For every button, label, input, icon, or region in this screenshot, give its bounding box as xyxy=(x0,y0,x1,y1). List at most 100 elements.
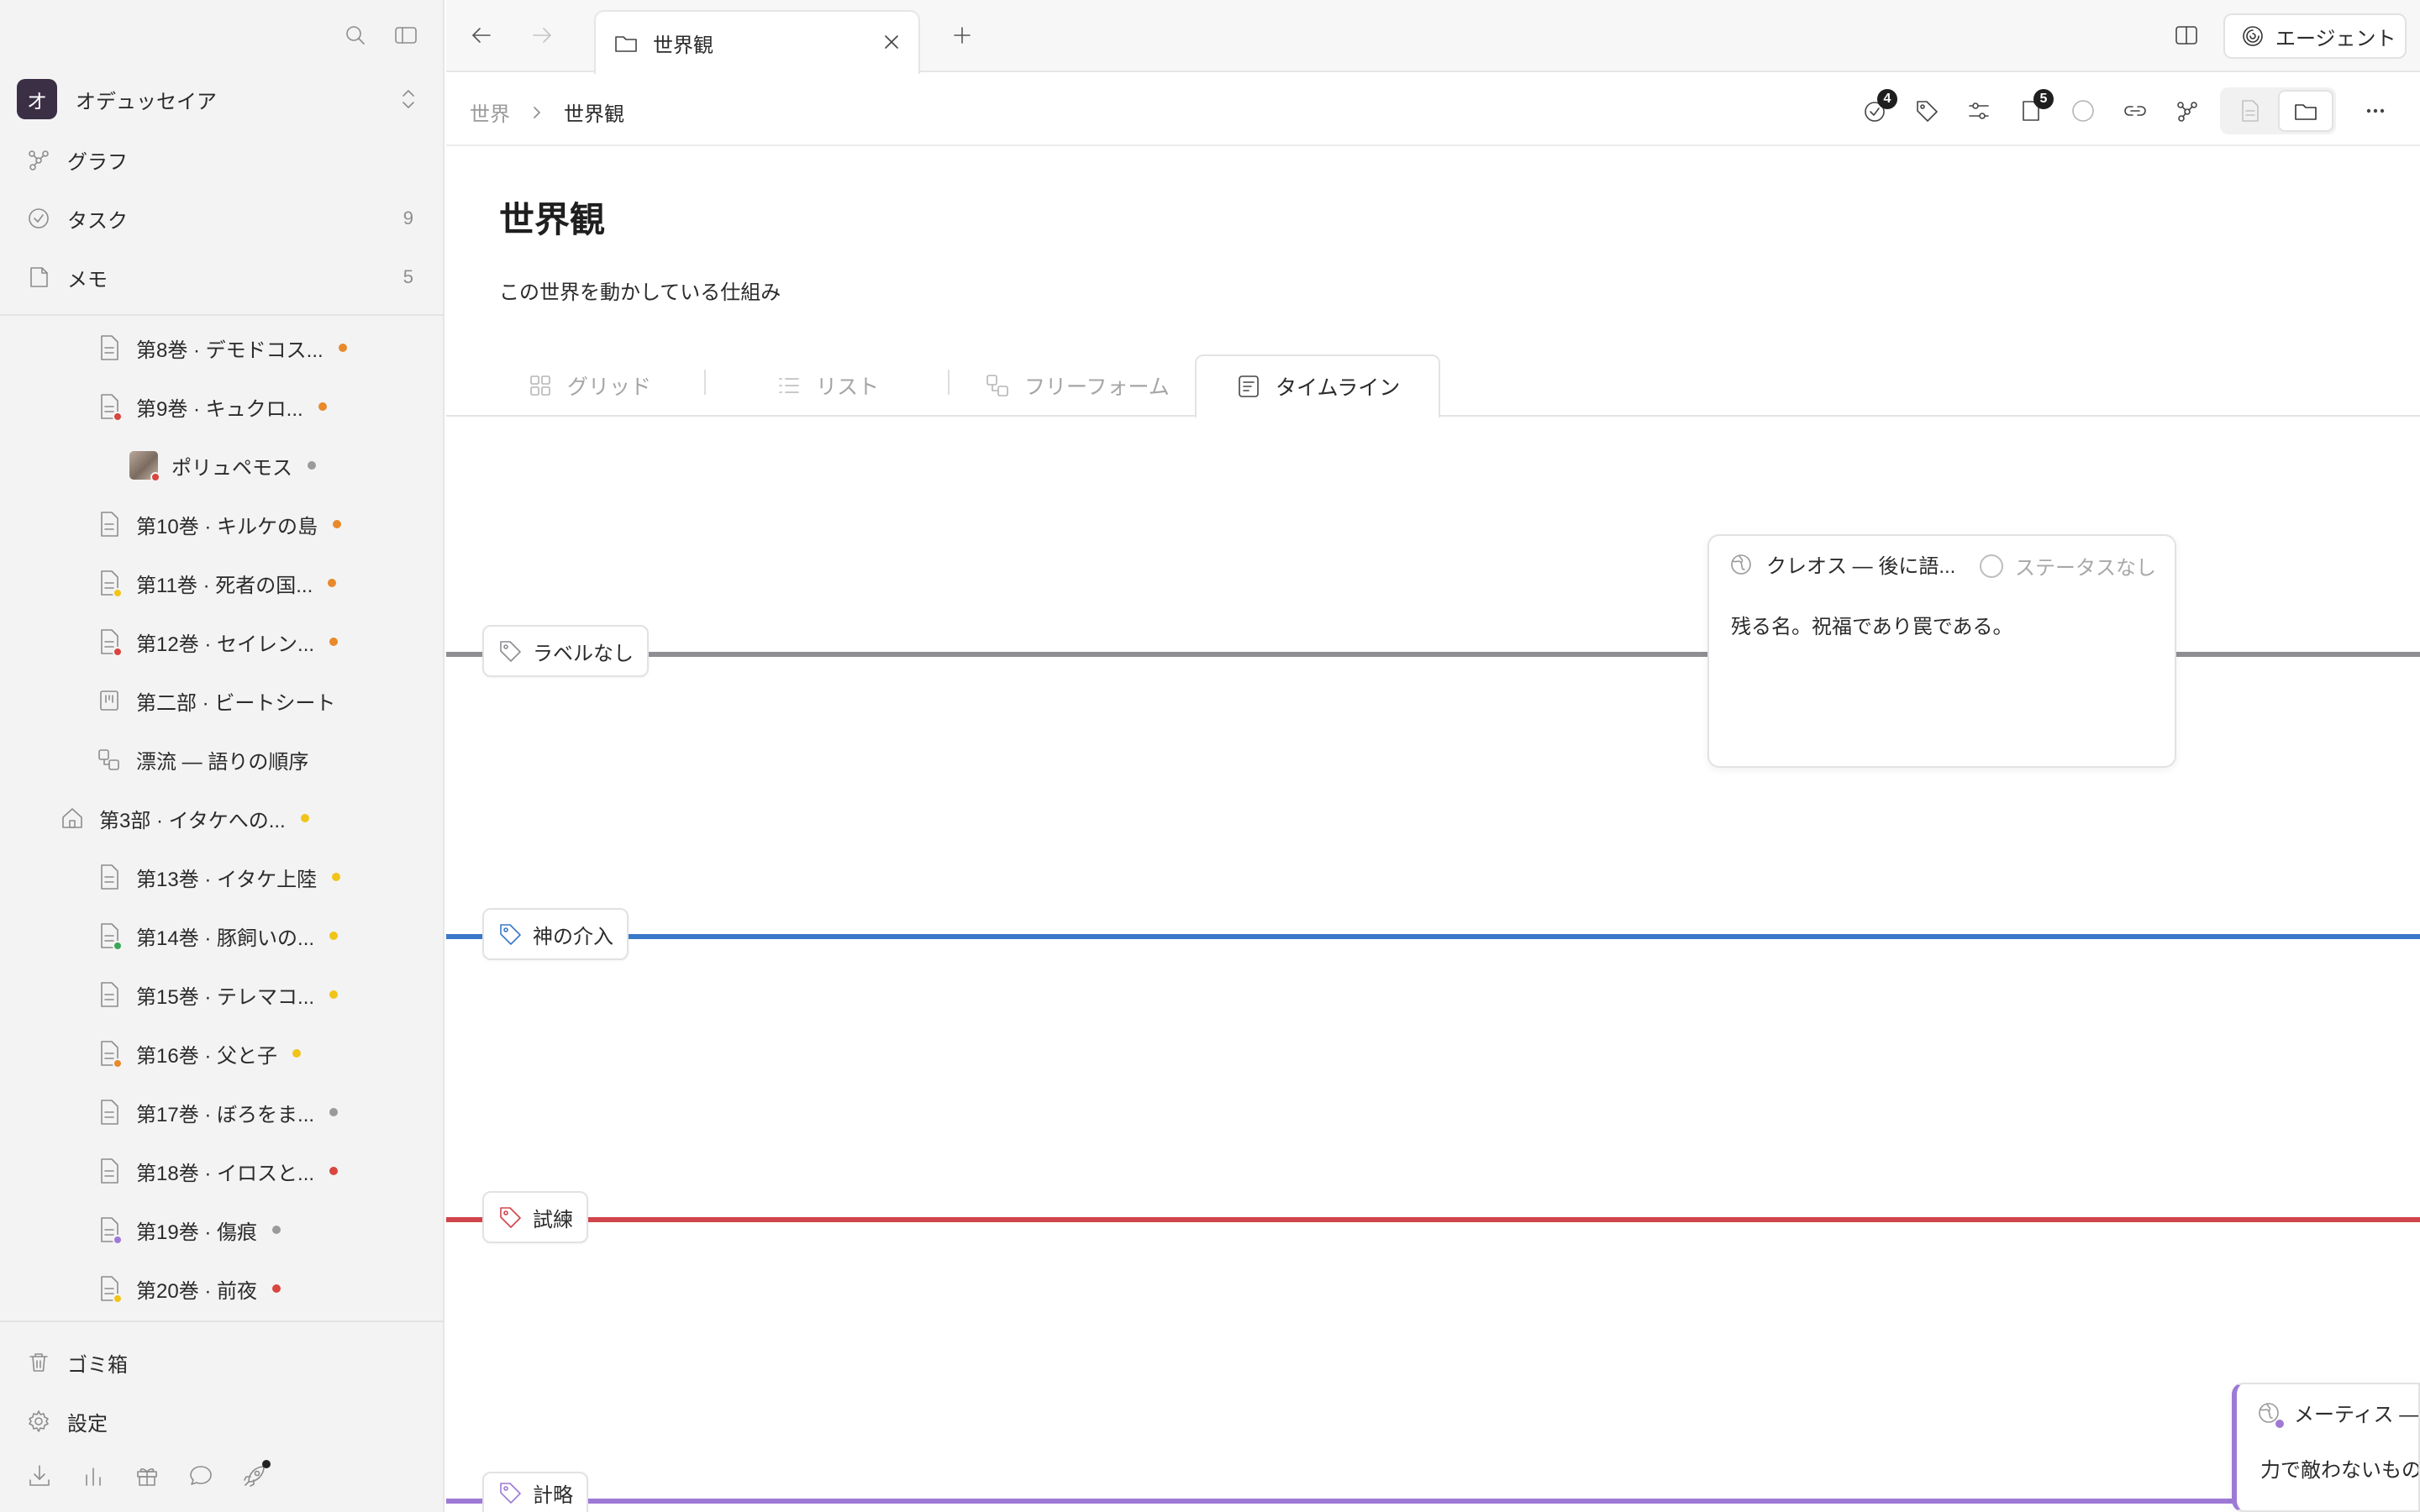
split-view-icon[interactable] xyxy=(2171,20,2202,50)
sidebar-item-label: ゴミ箱 xyxy=(67,1353,128,1377)
tree-item[interactable]: 第16巻 · 父と子 xyxy=(96,1033,302,1074)
tree-item[interactable]: 第18巻 · イロスと... xyxy=(96,1151,339,1191)
back-arrow-icon[interactable] xyxy=(466,20,497,50)
lane-label[interactable]: 試練 xyxy=(482,1191,588,1243)
sidebar-item-label: 設定 xyxy=(67,1412,108,1436)
sidebar-item-label: タスク xyxy=(67,209,128,233)
tab-list[interactable]: リスト xyxy=(776,354,879,417)
sidebar-item-trash[interactable]: ゴミ箱 xyxy=(25,1341,413,1384)
lane-label[interactable]: 神の介入 xyxy=(482,908,629,960)
link-button[interactable] xyxy=(2109,87,2161,134)
status-dot xyxy=(329,638,339,646)
download-icon[interactable] xyxy=(25,1462,54,1490)
tree-item-label: 第3部 · イタケへの... xyxy=(99,809,286,832)
tree-item[interactable]: 第11巻 · 死者の国... xyxy=(96,563,337,603)
tasks-button[interactable]: 4 xyxy=(1849,87,1901,134)
page-toolbar: 4 5 xyxy=(1849,87,2402,134)
tree-item-label: 第20巻 · 前夜 xyxy=(136,1279,258,1303)
tree-item[interactable]: 第8巻 · デモドコス... xyxy=(96,328,347,368)
rocket-icon[interactable] xyxy=(240,1460,271,1490)
tab-timeline[interactable]: タイムライン xyxy=(1195,354,1441,418)
plus-icon[interactable] xyxy=(947,20,977,50)
graph-button[interactable] xyxy=(2161,87,2213,134)
close-icon[interactable] xyxy=(880,30,903,54)
chat-bubble-icon[interactable] xyxy=(187,1462,215,1490)
tree-item[interactable]: 漂流 — 語りの順序 xyxy=(96,739,308,780)
tree-item[interactable]: 第17巻 · ぼろをま... xyxy=(96,1092,339,1132)
tag-icon xyxy=(1917,101,1938,122)
tree-item[interactable]: ポリュペモス xyxy=(129,445,316,486)
tree-item[interactable]: 第10巻 · キルケの島 xyxy=(96,504,342,544)
lane-label-text: 試練 xyxy=(533,1208,573,1231)
link-icon xyxy=(2124,106,2146,116)
graph-icon xyxy=(25,146,52,173)
bar-chart-icon[interactable] xyxy=(79,1462,108,1490)
timeline-card[interactable]: メーティス — 力で敵わないもの xyxy=(2232,1383,2420,1512)
search-icon[interactable] xyxy=(342,22,369,49)
sidebar-item-memo[interactable]: メモ 5 xyxy=(25,255,413,299)
sidebar-toggle-icon[interactable] xyxy=(392,22,419,49)
tab-grid[interactable]: グリッド xyxy=(527,354,651,417)
status-dot xyxy=(329,990,339,999)
tasks-badge: 4 xyxy=(1877,89,1897,109)
tree-item[interactable]: 第9巻 · キュクロ... xyxy=(96,386,327,427)
tree-item[interactable]: 第14巻 · 豚飼いの... xyxy=(96,916,339,956)
tag-button[interactable] xyxy=(1901,87,1953,134)
history-nav xyxy=(466,20,557,50)
task-count: 9 xyxy=(402,207,413,228)
document-icon xyxy=(96,568,123,598)
tree-item-label: 第14巻 · 豚飼いの... xyxy=(136,927,315,950)
tab-worldview[interactable]: 世界観 xyxy=(594,10,920,74)
tree-item[interactable]: 第12巻 · セイレン... xyxy=(96,622,339,662)
breadcrumb-root[interactable]: 世界 xyxy=(470,97,510,127)
document-icon xyxy=(96,509,123,539)
document-icon xyxy=(96,1156,123,1186)
chevron-updown-icon[interactable] xyxy=(397,86,420,113)
filters-button[interactable] xyxy=(1953,87,2005,134)
document-mode-button[interactable] xyxy=(2223,90,2278,132)
tree-item[interactable]: 第13巻 · イタケ上陸 xyxy=(96,857,341,897)
timeline-card[interactable]: クレオス — 後に語... ステータスなし 残る名。祝福であり罠である。 xyxy=(1707,534,2176,768)
page-title[interactable]: 世界観 xyxy=(499,192,605,243)
page-description[interactable]: この世界を動かしている仕組み xyxy=(499,276,781,305)
workspace-switcher[interactable]: オ オデュッセイア xyxy=(17,79,420,119)
pages-badge: 5 xyxy=(2033,89,2054,109)
tree-item[interactable]: 第二部 · ビートシート xyxy=(96,680,335,721)
lane-label[interactable]: ラベルなし xyxy=(482,625,649,677)
tree-item-label: 第16巻 · 父と子 xyxy=(136,1044,278,1068)
lane-label[interactable]: 計略 xyxy=(482,1472,588,1512)
sidebar-item-settings[interactable]: 設定 xyxy=(25,1399,413,1443)
gift-icon[interactable] xyxy=(133,1462,161,1490)
status-selector[interactable]: ステータスなし xyxy=(1980,551,2156,580)
agent-button[interactable]: エージェント xyxy=(2223,13,2407,59)
document-icon xyxy=(96,1215,123,1245)
tree-item-label: 第11巻 · 死者の国... xyxy=(136,574,313,597)
tree-item-label: ポリュペモス xyxy=(171,456,292,480)
sidebar-item-graph[interactable]: グラフ xyxy=(25,138,413,181)
breadcrumb-current[interactable]: 世界観 xyxy=(564,97,624,127)
tree-item[interactable]: 第20巻 · 前夜 xyxy=(96,1268,281,1309)
tree-item[interactable]: 第3部 · イタケへの... xyxy=(59,798,309,838)
status-dot xyxy=(272,1284,281,1293)
sidebar-item-label: メモ xyxy=(67,268,108,291)
globe-icon xyxy=(1728,551,1754,578)
more-horizontal-icon xyxy=(2366,108,2385,113)
home-icon xyxy=(59,803,86,833)
tab-freeform[interactable]: フリーフォーム xyxy=(984,354,1170,417)
tree-item[interactable]: 第19巻 · 傷痕 xyxy=(96,1210,281,1250)
timeline-icon xyxy=(1239,375,1259,397)
memo-count: 5 xyxy=(402,266,413,287)
status-button[interactable] xyxy=(2057,87,2109,134)
pages-button[interactable]: 5 xyxy=(2005,87,2057,134)
document-icon xyxy=(96,979,123,1010)
card-header: メーティス — xyxy=(2255,1398,2418,1428)
more-button[interactable] xyxy=(2349,87,2402,134)
forward-arrow-icon[interactable] xyxy=(527,20,557,50)
folder-mode-button[interactable] xyxy=(2278,90,2333,132)
status-dot xyxy=(300,814,309,822)
status-label: ステータスなし xyxy=(2015,557,2156,580)
sidebar-item-tasks[interactable]: タスク 9 xyxy=(25,197,413,240)
document-icon xyxy=(96,391,123,422)
agent-label: エージェント xyxy=(2275,27,2396,50)
tree-item[interactable]: 第15巻 · テレマコ... xyxy=(96,974,339,1015)
